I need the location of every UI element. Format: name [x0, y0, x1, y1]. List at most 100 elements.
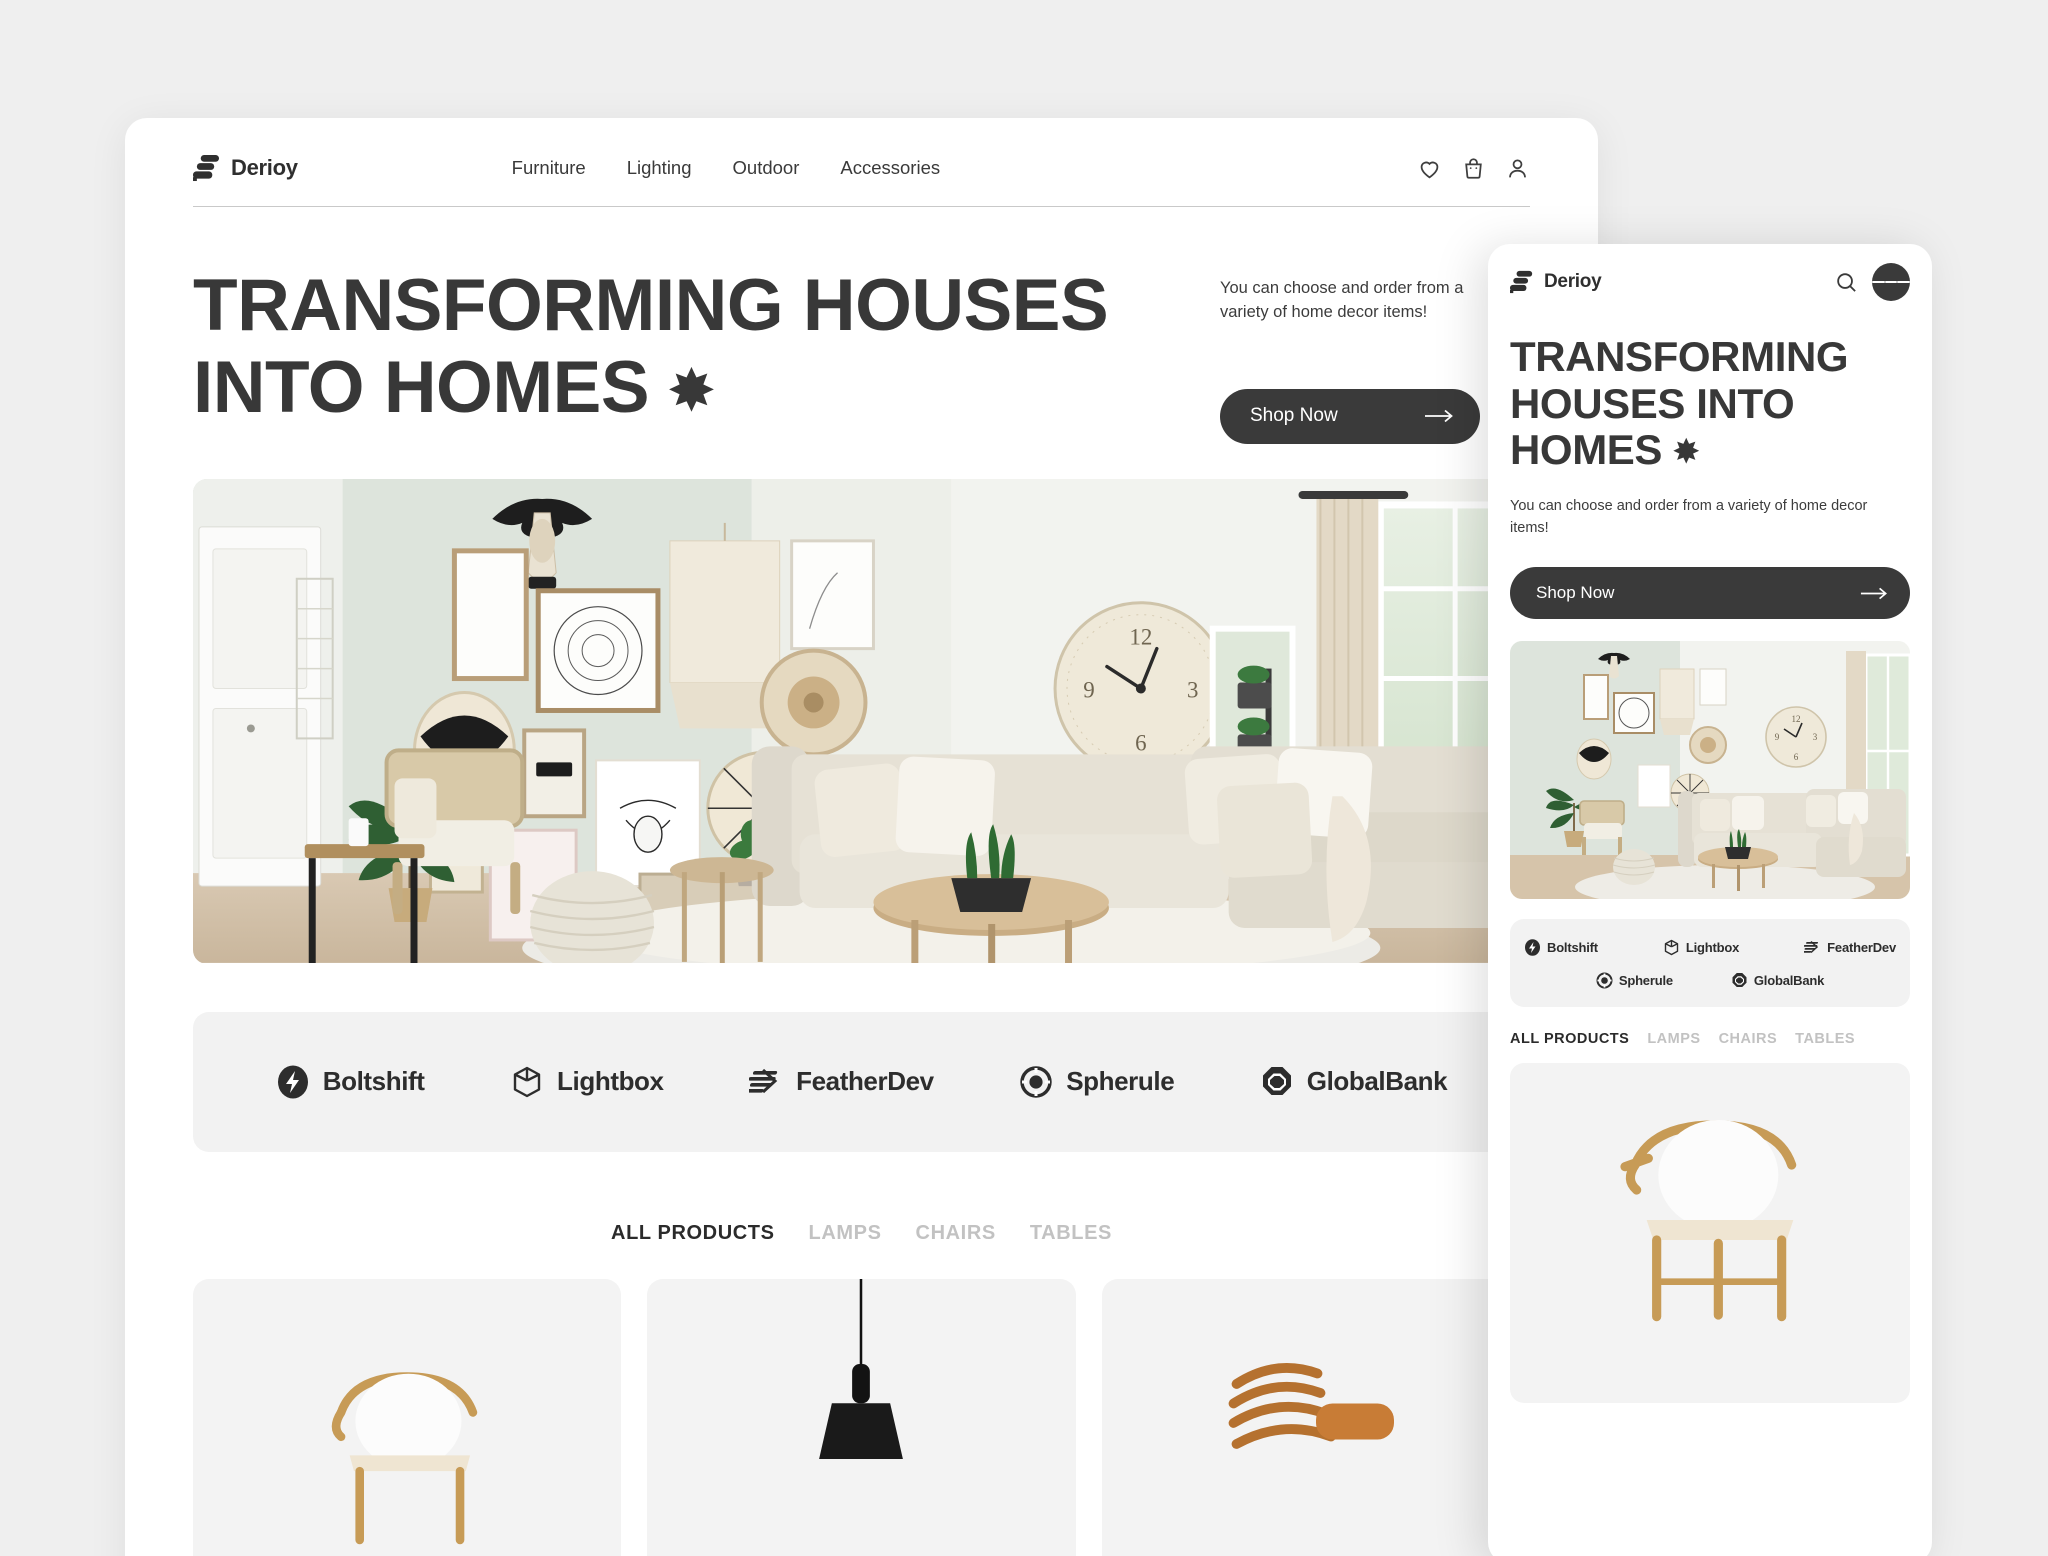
shopping-bag-icon[interactable] — [1461, 156, 1486, 181]
nav-item-accessories[interactable]: Accessories — [840, 157, 940, 179]
desktop-preview-panel: Derioy Furniture Lighting Outdoor Access… — [125, 118, 1598, 1556]
partner-globalbank[interactable]: GlobalBank — [1731, 972, 1824, 989]
svg-text:3: 3 — [1187, 677, 1198, 702]
burger-line — [1897, 281, 1911, 283]
wooden-chair-with-white-cushion-icon — [331, 1372, 478, 1545]
partner-label: Spherule — [1066, 1066, 1175, 1097]
nav-item-furniture[interactable]: Furniture — [512, 157, 586, 179]
mobile-brand-logo[interactable]: Derioy — [1510, 270, 1602, 294]
tab-lamps[interactable]: LAMPS — [1647, 1031, 1700, 1047]
shop-now-button[interactable]: Shop Now — [1220, 388, 1480, 444]
product-card[interactable] — [647, 1278, 1076, 1556]
mobile-preview-panel: Derioy TRANSFORMING HOUSES INTO HOMES ✸ … — [1488, 244, 1932, 1556]
partner-lightbox[interactable]: Lightbox — [1663, 939, 1739, 956]
partner-label: Lightbox — [1685, 940, 1740, 956]
burger-line — [1872, 281, 1885, 283]
svg-text:12: 12 — [1792, 714, 1801, 724]
black-pendant-lamp-icon — [819, 1278, 904, 1459]
wooden-chair-with-white-cushion-icon — [1620, 1120, 1797, 1322]
tab-all-products[interactable]: ALL PRODUCTS — [611, 1222, 775, 1245]
partner-label: GlobalBank — [1306, 1066, 1448, 1097]
tab-chairs[interactable]: CHAIRS — [1719, 1031, 1778, 1047]
sphere-ring-icon — [1596, 972, 1613, 989]
mobile-brand-name: Derioy — [1544, 271, 1602, 292]
partner-row: Boltshift Lightbox FeatherDev — [1524, 939, 1896, 957]
hero-title-line-1: TRANSFORMING HOUSES — [193, 265, 1109, 346]
arrow-right-icon — [1860, 587, 1887, 600]
svg-text:12: 12 — [1129, 624, 1152, 649]
hero-image: 12 3 6 9 — [193, 478, 1530, 964]
partner-label: Lightbox — [557, 1066, 664, 1097]
hero-subtitle: You can choose and order from a variety … — [1220, 279, 1464, 321]
desktop-hero: TRANSFORMING HOUSES INTO HOMES ✸ You can… — [125, 207, 1598, 444]
partner-label: GlobalBank — [1753, 973, 1825, 989]
partner-lightbox[interactable]: Lightbox — [510, 1065, 664, 1099]
stacked-bars-logo-icon — [1510, 270, 1533, 294]
partner-spherule[interactable]: Spherule — [1019, 1065, 1175, 1099]
feather-lines-icon — [1804, 941, 1819, 954]
product-card[interactable] — [1101, 1278, 1530, 1556]
nav-item-outdoor[interactable]: Outdoor — [733, 157, 800, 179]
living-room-illustration: 12 3 6 9 — [193, 478, 1530, 963]
mobile-title-line-1: TRANSFORMING — [1510, 333, 1849, 380]
bolt-circle-icon — [277, 1065, 308, 1099]
page-title: TRANSFORMING HOUSES INTO HOMES ✸ — [193, 265, 1109, 444]
desktop-header: Derioy Furniture Lighting Outdoor Access… — [193, 118, 1530, 206]
heart-icon[interactable] — [1417, 156, 1442, 181]
tab-tables[interactable]: TABLES — [1795, 1031, 1855, 1047]
svg-text:9: 9 — [1775, 732, 1780, 742]
partner-globalbank[interactable]: GlobalBank — [1260, 1065, 1448, 1099]
tab-lamps[interactable]: LAMPS — [809, 1222, 882, 1245]
search-icon[interactable] — [1835, 271, 1858, 294]
mobile-shop-now-button[interactable]: Shop Now — [1510, 567, 1910, 620]
brand-name: Derioy — [231, 155, 298, 180]
mobile-header-actions — [1835, 263, 1911, 301]
sphere-ring-icon — [1020, 1066, 1052, 1098]
hamburger-menu-button[interactable] — [1872, 263, 1911, 301]
mobile-hero-image: 12 3 6 9 — [1510, 641, 1910, 900]
octagon-icon — [1262, 1066, 1291, 1095]
user-icon[interactable] — [1505, 156, 1530, 181]
partner-boltshift[interactable]: Boltshift — [276, 1065, 425, 1099]
mobile-page-title: TRANSFORMING HOUSES INTO HOMES ✸ — [1510, 333, 1910, 474]
feather-lines-icon — [749, 1068, 778, 1093]
partner-featherdev[interactable]: FeatherDev — [1804, 939, 1896, 956]
shop-now-label: Shop Now — [1250, 405, 1338, 427]
bolt-circle-icon — [1525, 939, 1540, 957]
burger-line — [1884, 281, 1898, 283]
mobile-title-line-3: HOMES — [1510, 426, 1663, 474]
cube-icon — [513, 1066, 541, 1098]
mobile-title-line-2: HOUSES INTO — [1510, 379, 1795, 427]
stacked-bars-logo-icon — [193, 154, 220, 182]
mobile-shop-now-label: Shop Now — [1536, 583, 1615, 603]
svg-text:3: 3 — [1813, 732, 1818, 742]
nav-item-lighting[interactable]: Lighting — [627, 157, 692, 179]
mobile-product-card[interactable] — [1510, 1063, 1910, 1404]
hero-aside: You can choose and order from a variety … — [1220, 265, 1530, 444]
octagon-icon — [1732, 973, 1747, 988]
partner-boltshift[interactable]: Boltshift — [1524, 939, 1598, 957]
mobile-hero-subtitle: You can choose and order from a variety … — [1510, 497, 1868, 536]
partner-featherdev[interactable]: FeatherDev — [749, 1065, 934, 1099]
header-actions — [1417, 156, 1530, 181]
primary-nav: Furniture Lighting Outdoor Accessories — [512, 157, 940, 179]
partner-logos-strip: Boltshift Lightbox FeatherDev Spherule G… — [193, 1011, 1530, 1152]
hero-title-line-2: INTO HOMES — [193, 347, 650, 429]
partner-spherule[interactable]: Spherule — [1596, 972, 1673, 989]
partner-label: FeatherDev — [1827, 940, 1896, 956]
product-grid — [193, 1278, 1530, 1556]
partner-label: Boltshift — [322, 1066, 425, 1097]
partner-label: Spherule — [1618, 973, 1673, 989]
tab-all-products[interactable]: ALL PRODUCTS — [1510, 1031, 1629, 1047]
svg-text:9: 9 — [1083, 677, 1094, 702]
brand-logo[interactable]: Derioy — [193, 154, 298, 182]
partner-row: Spherule GlobalBank — [1524, 972, 1896, 989]
cube-icon — [1664, 940, 1679, 956]
mobile-partner-logos: Boltshift Lightbox FeatherDev Spherule G… — [1510, 919, 1910, 1008]
wooden-rattan-stool-icon — [1228, 1362, 1394, 1449]
product-card[interactable] — [193, 1278, 622, 1556]
tab-chairs[interactable]: CHAIRS — [916, 1222, 996, 1245]
sparkle-star-icon: ✸ — [1673, 433, 1699, 469]
tab-tables[interactable]: TABLES — [1030, 1222, 1112, 1245]
mobile-header: Derioy — [1510, 244, 1911, 320]
